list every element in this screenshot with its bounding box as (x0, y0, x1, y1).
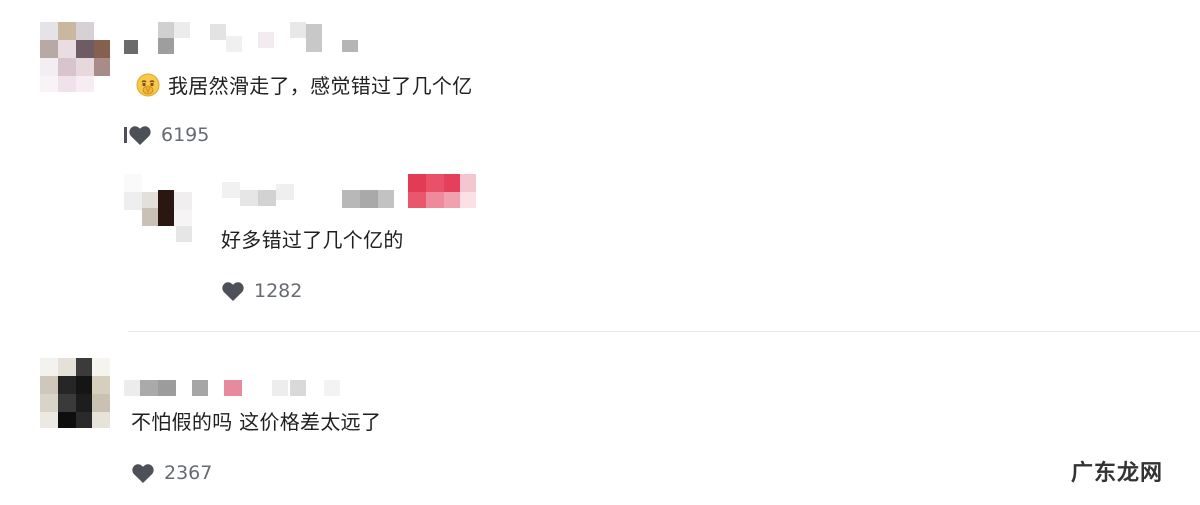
like-row[interactable]: 2367 (131, 460, 212, 486)
like-count: 6195 (161, 124, 210, 146)
avatar[interactable] (124, 174, 194, 244)
like-count: 2367 (164, 462, 213, 484)
like-row[interactable]: 6195 (124, 122, 209, 148)
comment-text: 不怕假的吗 这价格差太远了 (131, 410, 382, 434)
avatar[interactable] (40, 358, 110, 428)
comment-text: 好多错过了几个亿的 (221, 228, 404, 252)
comment-text: 我居然滑走了，感觉错过了几个亿 (136, 72, 473, 100)
heart-icon[interactable] (124, 124, 161, 146)
like-count: 1282 (254, 280, 303, 302)
like-row[interactable]: 1282 (221, 278, 302, 304)
heart-icon[interactable] (221, 280, 245, 302)
username-obscured[interactable] (124, 376, 364, 396)
watermark: 广东龙网 (1070, 460, 1163, 486)
username-obscured[interactable] (222, 174, 482, 210)
heart-icon[interactable] (131, 462, 155, 484)
comment-divider (128, 331, 1200, 332)
username-obscured[interactable] (124, 22, 364, 54)
avatar[interactable] (40, 22, 110, 92)
comment-text-content: 我居然滑走了，感觉错过了几个亿 (168, 74, 473, 98)
praying-face-emoji-icon (136, 73, 160, 97)
